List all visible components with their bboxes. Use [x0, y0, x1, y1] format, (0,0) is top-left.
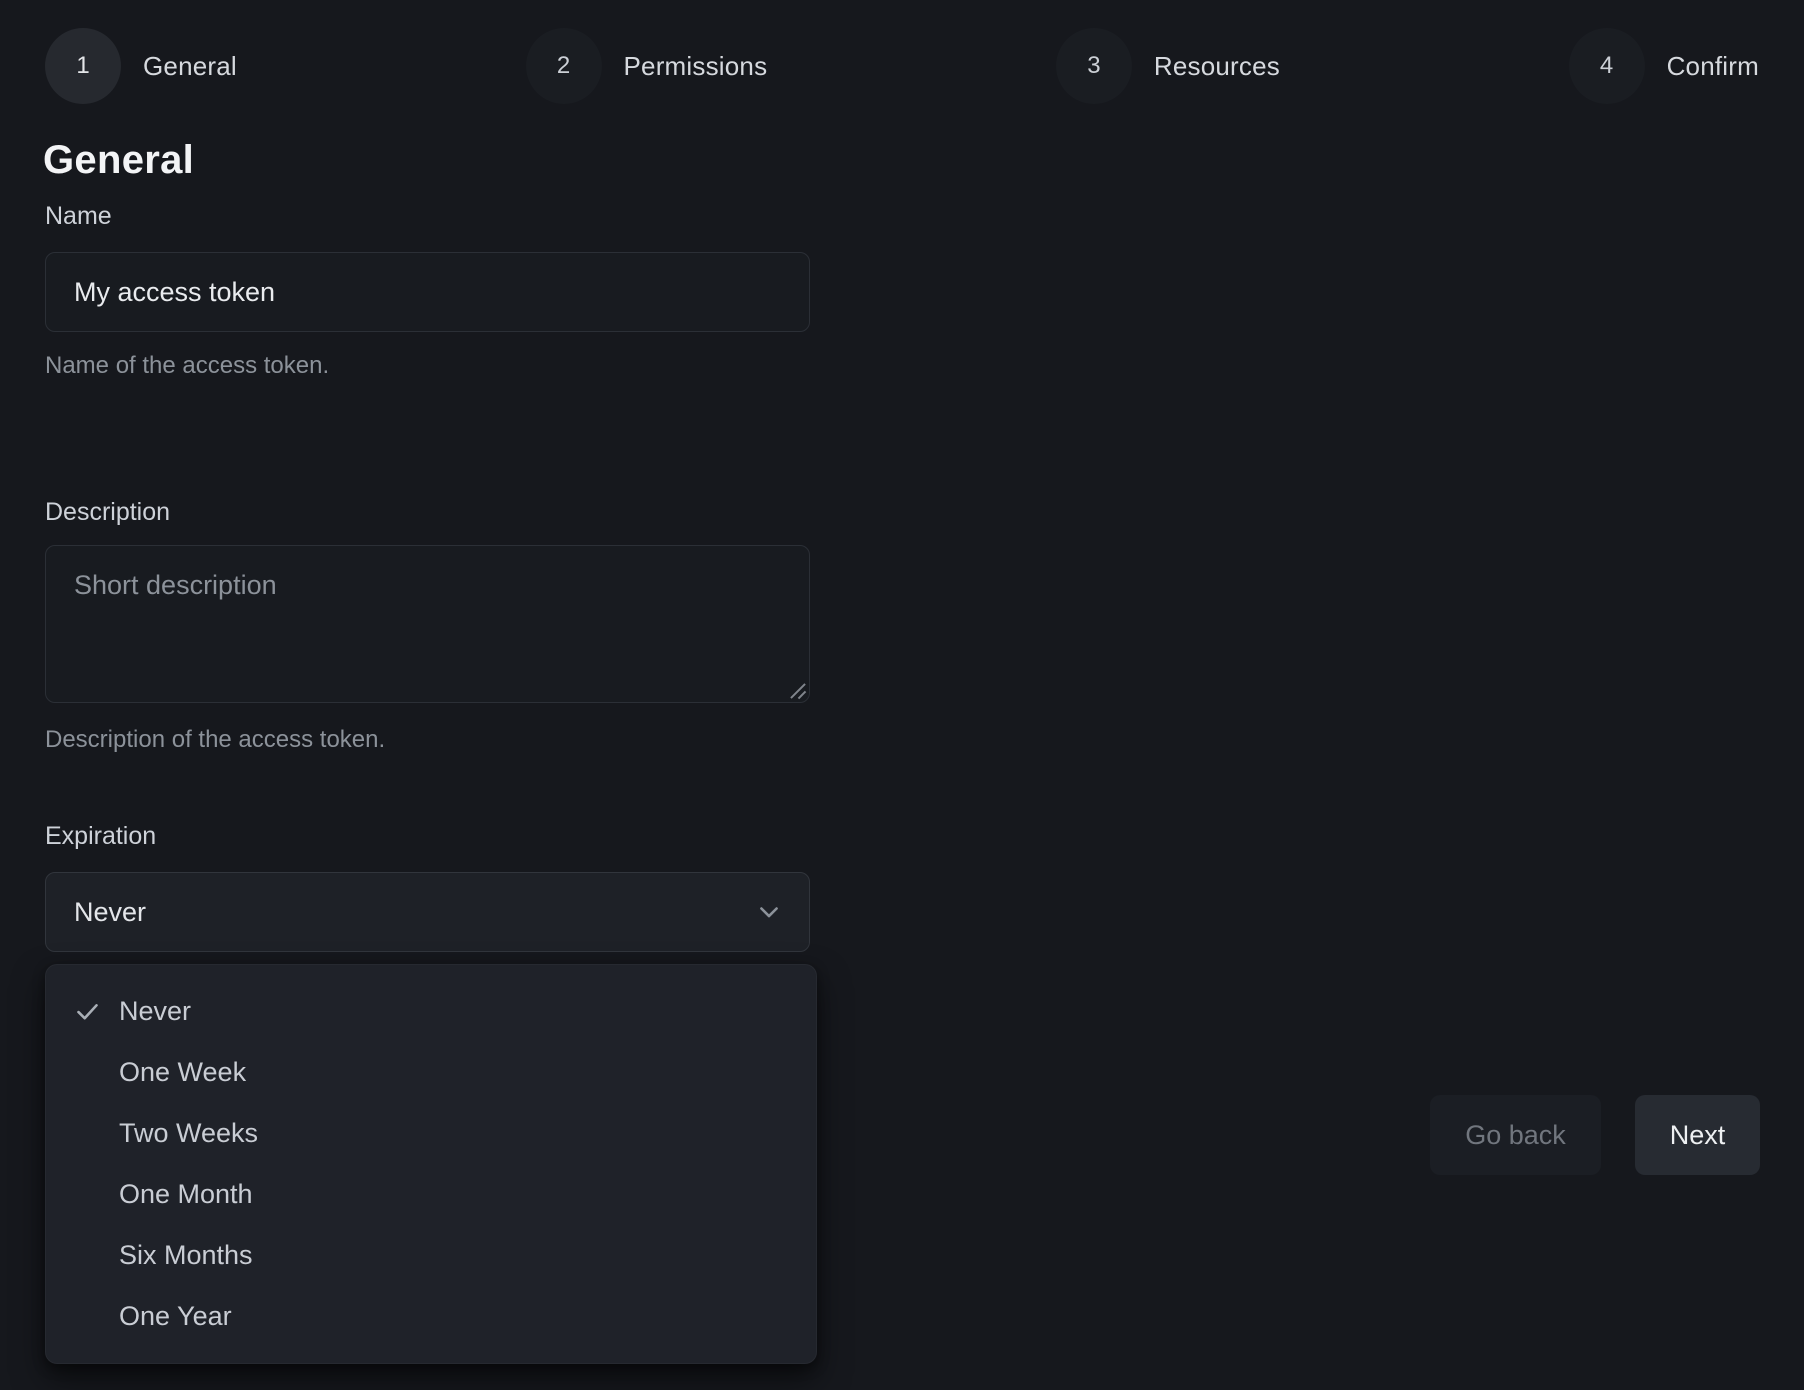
page-title: General	[43, 138, 194, 183]
option-label: Never	[119, 996, 191, 1027]
description-label: Description	[45, 498, 170, 527]
option-one-week[interactable]: One Week	[46, 1042, 816, 1103]
access-token-wizard: { "stepper": { "steps": [ {"number": "1"…	[0, 0, 1804, 1390]
step-number-badge: 4	[1569, 28, 1645, 104]
expiration-selected-value: Never	[74, 897, 146, 928]
option-label: One Month	[119, 1179, 253, 1210]
expiration-label: Expiration	[45, 822, 156, 851]
name-label: Name	[45, 202, 112, 231]
expiration-select[interactable]: Never	[45, 872, 810, 952]
description-textarea[interactable]	[45, 545, 810, 703]
option-one-year[interactable]: One Year	[46, 1286, 816, 1347]
option-never[interactable]: Never	[46, 981, 816, 1042]
step-label: Confirm	[1667, 51, 1759, 82]
option-label: One Week	[119, 1057, 246, 1088]
description-help-text: Description of the access token.	[45, 726, 385, 754]
option-label: One Year	[119, 1301, 232, 1332]
stepper-step-confirm[interactable]: 4 Confirm	[1569, 28, 1759, 104]
description-field-wrap	[45, 545, 810, 703]
option-label: Six Months	[119, 1240, 253, 1271]
expiration-dropdown-menu: Never One Week Two Weeks One Month Six M…	[45, 964, 817, 1364]
stepper-step-general[interactable]: 1 General	[45, 28, 237, 104]
name-input[interactable]	[45, 252, 810, 332]
step-number-badge: 3	[1056, 28, 1132, 104]
check-icon	[74, 998, 119, 1025]
step-number-badge: 2	[526, 28, 602, 104]
step-label: Resources	[1154, 51, 1280, 82]
resize-grip-icon[interactable]	[788, 681, 806, 699]
step-number-badge: 1	[45, 28, 121, 104]
chevron-down-icon	[755, 898, 783, 926]
option-six-months[interactable]: Six Months	[46, 1225, 816, 1286]
go-back-button[interactable]: Go back	[1430, 1095, 1601, 1175]
next-button[interactable]: Next	[1635, 1095, 1760, 1175]
stepper-step-permissions[interactable]: 2 Permissions	[526, 28, 768, 104]
option-two-weeks[interactable]: Two Weeks	[46, 1103, 816, 1164]
option-one-month[interactable]: One Month	[46, 1164, 816, 1225]
name-help-text: Name of the access token.	[45, 352, 329, 380]
step-label: General	[143, 51, 237, 82]
option-label: Two Weeks	[119, 1118, 258, 1149]
step-label: Permissions	[624, 51, 768, 82]
wizard-stepper: 1 General 2 Permissions 3 Resources 4 Co…	[45, 28, 1759, 104]
stepper-step-resources[interactable]: 3 Resources	[1056, 28, 1280, 104]
